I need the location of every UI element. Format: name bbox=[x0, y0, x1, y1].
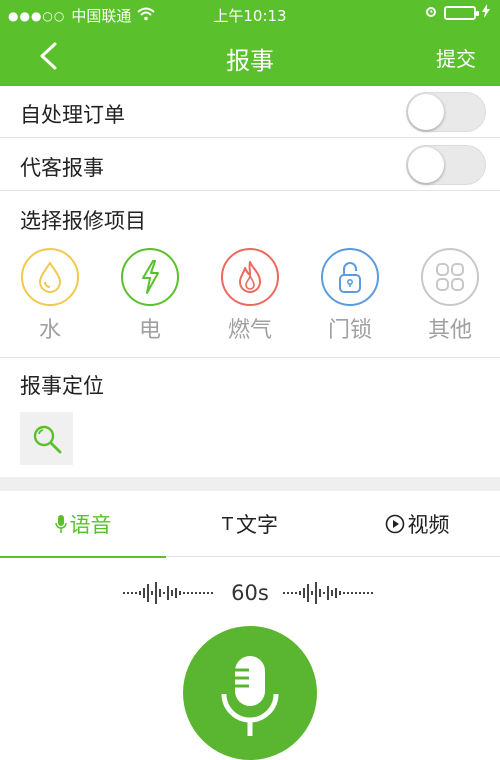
page-title: 报事 bbox=[226, 47, 274, 75]
category-electric[interactable]: 电 bbox=[100, 246, 200, 344]
category-icon-circle bbox=[121, 248, 179, 306]
category-label: 电 bbox=[138, 318, 161, 343]
water-drop-icon bbox=[38, 261, 62, 293]
location-label: 报事定位 bbox=[20, 374, 104, 398]
category-other[interactable]: 其他 bbox=[400, 246, 500, 344]
flame-icon bbox=[239, 261, 261, 293]
category-label: 水 bbox=[38, 318, 61, 343]
proxy-report-row: 代客报事 bbox=[0, 139, 500, 191]
location-search-button[interactable] bbox=[20, 412, 73, 465]
recording-duration: 60s bbox=[231, 581, 269, 605]
proxy-report-label: 代客报事 bbox=[20, 156, 104, 180]
tab-label: 视频 bbox=[407, 513, 450, 537]
grid-icon bbox=[436, 263, 464, 291]
tab-label: 语音 bbox=[69, 513, 112, 537]
text-icon: T bbox=[222, 513, 233, 535]
self-process-toggle[interactable] bbox=[406, 92, 486, 132]
category-icon-circle bbox=[21, 248, 79, 306]
lightning-icon bbox=[142, 260, 159, 294]
status-bar: ●●●○○ 中国联通 上午10:13 bbox=[0, 0, 500, 28]
tab-text[interactable]: T 文字 bbox=[167, 491, 333, 557]
recording-indicator: 60s bbox=[0, 578, 500, 608]
section-separator bbox=[0, 477, 500, 491]
submit-button[interactable]: 提交 bbox=[436, 43, 476, 72]
category-water[interactable]: 水 bbox=[0, 246, 100, 344]
tab-video[interactable]: 视频 bbox=[334, 491, 500, 557]
mic-icon bbox=[54, 515, 67, 533]
category-icon-circle bbox=[221, 248, 279, 306]
category-gas[interactable]: 燃气 bbox=[200, 246, 300, 344]
section-divider bbox=[0, 357, 500, 358]
tab-voice[interactable]: 语音 bbox=[0, 491, 166, 558]
toggle-knob bbox=[408, 147, 444, 183]
charging-icon bbox=[482, 4, 490, 22]
category-icon-circle bbox=[321, 248, 379, 306]
search-icon bbox=[33, 425, 61, 453]
waveform-left-icon bbox=[123, 582, 214, 604]
nav-bar: 报事 提交 bbox=[0, 28, 500, 86]
proxy-report-toggle[interactable] bbox=[406, 145, 486, 185]
microphone-icon bbox=[221, 656, 279, 736]
input-mode-tabs: 语音 T 文字 视频 bbox=[0, 491, 500, 558]
play-icon bbox=[385, 514, 404, 534]
category-label: 其他 bbox=[427, 318, 472, 343]
alarm-icon bbox=[424, 4, 438, 22]
repair-category-list: 水 电 燃气 门锁 其他 bbox=[0, 246, 500, 356]
category-lock[interactable]: 门锁 bbox=[300, 246, 400, 344]
record-button[interactable] bbox=[183, 626, 317, 760]
self-process-label: 自处理订单 bbox=[20, 103, 125, 127]
waveform-right-icon bbox=[282, 582, 373, 604]
category-label: 燃气 bbox=[227, 318, 272, 343]
padlock-icon bbox=[339, 262, 361, 293]
self-process-row: 自处理订单 bbox=[0, 86, 500, 138]
tab-label: 文字 bbox=[236, 513, 278, 537]
battery-icon bbox=[444, 6, 479, 20]
category-label: 门锁 bbox=[327, 318, 372, 343]
category-icon-circle bbox=[421, 248, 479, 306]
repair-section-label: 选择报修项目 bbox=[20, 209, 146, 233]
toggle-knob bbox=[408, 94, 444, 130]
